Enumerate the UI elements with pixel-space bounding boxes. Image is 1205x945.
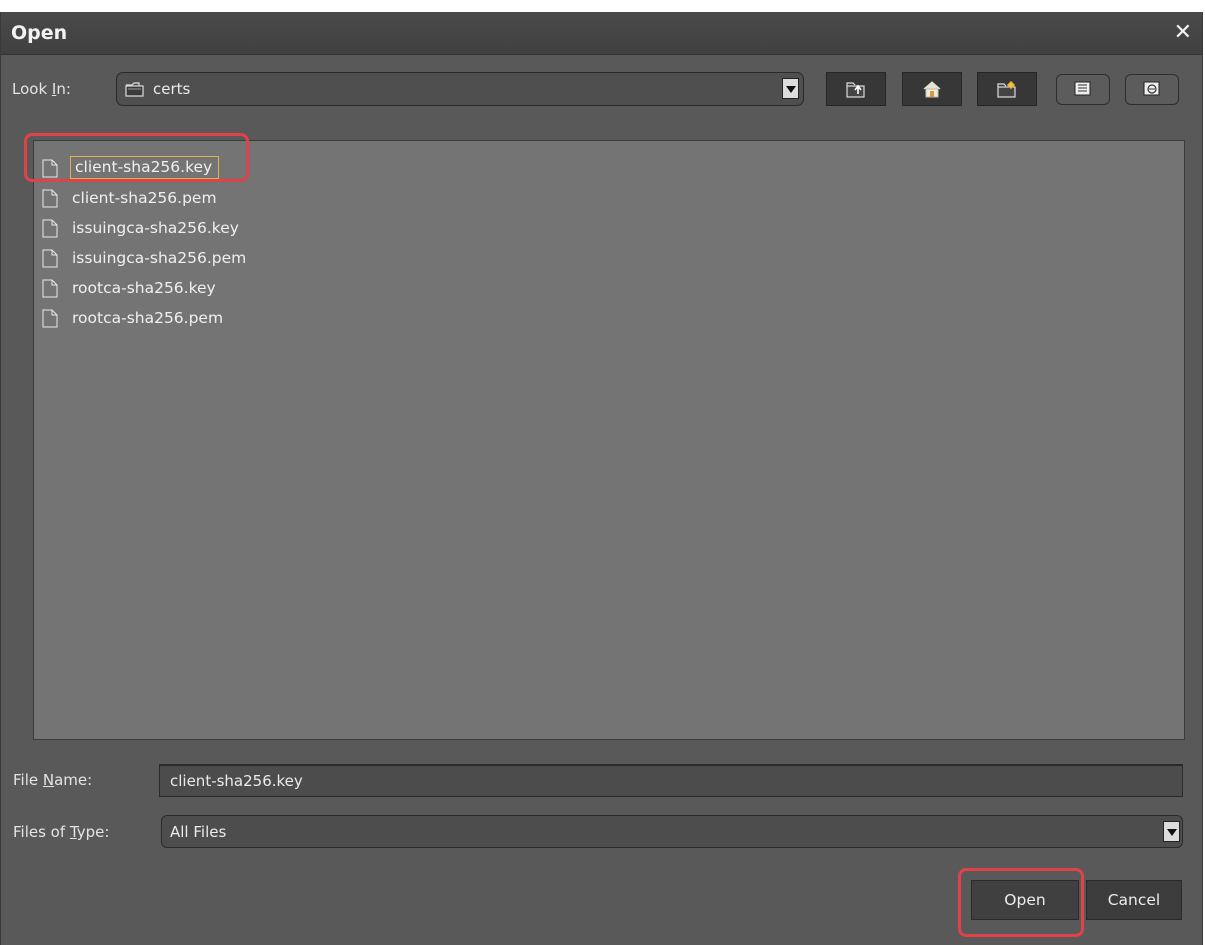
open-dialog: Open ✕ Look In: certs client-sha256.key … (0, 12, 1203, 945)
list-view-icon (1074, 81, 1091, 96)
details-view-icon (1143, 81, 1160, 96)
file-name-label: File Name: (13, 771, 93, 789)
file-item-rootca-sha256-pem[interactable]: rootca-sha256.pem (42, 306, 462, 332)
home-button[interactable] (902, 72, 962, 106)
title-bar: Open ✕ (1, 12, 1202, 55)
file-icon (42, 249, 58, 268)
up-folder-icon (846, 82, 865, 98)
cancel-button[interactable]: Cancel (1086, 880, 1182, 920)
close-icon[interactable]: ✕ (1174, 20, 1192, 45)
file-name: issuingca-sha256.key (72, 219, 239, 237)
folder-icon (125, 82, 144, 97)
file-item-issuingca-sha256-key[interactable]: issuingca-sha256.key (42, 216, 462, 242)
chevron-down-icon[interactable] (1163, 821, 1180, 842)
look-in-label: Look In: (12, 80, 71, 98)
file-icon (42, 309, 58, 328)
file-icon (42, 279, 58, 298)
file-item-rootca-sha256-key[interactable]: rootca-sha256.key (42, 276, 462, 302)
files-of-type-value: All Files (170, 823, 227, 841)
look-in-combobox[interactable]: certs (116, 72, 804, 106)
files-of-type-combobox[interactable]: All Files (161, 815, 1183, 848)
files-of-type-label: Files of Type: (13, 823, 110, 841)
file-name: rootca-sha256.key (72, 279, 216, 297)
home-icon (923, 81, 941, 98)
new-folder-icon (997, 81, 1016, 98)
file-icon (42, 189, 58, 208)
file-name: rootca-sha256.pem (72, 309, 224, 327)
file-item-issuingca-sha256-pem[interactable]: issuingca-sha256.pem (42, 246, 462, 272)
file-name: issuingca-sha256.pem (72, 249, 247, 267)
list-view-button[interactable] (1056, 74, 1110, 105)
dialog-title: Open (11, 22, 68, 44)
file-name: client-sha256.key (70, 156, 220, 179)
file-icon (42, 159, 58, 178)
create-new-folder-button[interactable] (977, 72, 1037, 106)
file-item-client-sha256-pem[interactable]: client-sha256.pem (42, 186, 462, 212)
file-list[interactable]: client-sha256.key client-sha256.pem issu… (33, 140, 1185, 740)
current-folder-name: certs (153, 80, 191, 98)
up-one-level-button[interactable] (826, 72, 886, 106)
file-name: client-sha256.pem (72, 189, 217, 207)
details-view-button[interactable] (1125, 74, 1179, 105)
file-name-input[interactable] (159, 764, 1183, 797)
chevron-down-icon[interactable] (782, 78, 799, 99)
open-button[interactable]: Open (971, 880, 1079, 920)
file-item-client-sha256-key[interactable]: client-sha256.key (42, 156, 462, 182)
file-icon (42, 219, 58, 238)
